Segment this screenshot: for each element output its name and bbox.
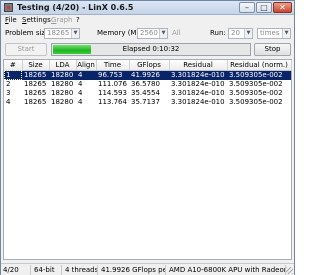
stop-button[interactable]: Stop [254,43,291,56]
start-button: Start [5,43,47,56]
table-cell: 18265 [24,79,47,88]
memory-combo: 2560 ▼ [137,28,168,39]
table-cell: 111.076 [98,79,127,88]
chevron-down-icon: ▼ [244,29,252,38]
table-cell: 18280 [51,88,74,97]
column-header[interactable]: # [4,60,23,71]
problem-size-combo: 18265 ▼ [44,28,80,39]
table-cell: 35.7137 [131,97,160,106]
table-cell: 4 [78,97,83,106]
title-bar[interactable]: Testing (4/20) - LinX 0.6.5 – □ ✕ [1,1,294,15]
results-table: # Size LDA Align Time GFlops Residual Residual … [3,59,292,260]
status-peak: 41.9926 GFlops peak [99,265,166,275]
table-cell: 3.301824e-010 [171,97,225,106]
table-cell: 96.753 [96,70,129,80]
run-unit-combo: times ▼ [257,28,291,39]
window-title: Testing (4/20) - LinX 0.6.5 [17,3,134,12]
menu-help[interactable]: ? [76,16,80,24]
status-bits: 64-bit [32,265,62,275]
elapsed-time: Elapsed 0:10:32 [122,45,180,53]
menu-file[interactable]: File [5,16,17,24]
table-cell: 18265 [24,97,47,106]
table-row[interactable]: 3 18265 18280 4 114.593 35.4554 3.301824e-010 3… [4,89,291,98]
table-cell: 3.509305e-002 [227,70,291,80]
table-cell: 3.301824e-010 [171,88,225,97]
status-cpu: AMD A10-6800K APU with Radeon™ HD Graphi… [167,265,286,275]
chevron-down-icon: ▼ [282,29,290,38]
column-header[interactable]: Align [76,60,97,71]
chevron-down-icon: ▼ [159,29,167,38]
table-cell: 3.509305e-002 [229,97,283,106]
table-cell: 18265 [24,88,47,97]
table-cell: 18280 [51,97,74,106]
table-cell: 18265 [22,70,49,80]
table-cell: 18280 [51,79,74,88]
table-cell: 41.9926 [129,70,169,80]
all-label: All [172,29,181,37]
table-cell: 4 [78,88,83,97]
table-cell: 4 [6,97,11,106]
status-bar: 4/20 64-bit 4 threads 41.9926 GFlops pea… [1,263,294,275]
table-row[interactable]: 4 18265 18280 4 113.764 35.7137 3.301824e-010 3… [4,98,291,107]
table-cell: 3 [6,88,11,97]
table-cell: 3.509305e-002 [229,88,283,97]
table-cell: 4 [78,79,83,88]
column-header[interactable]: Time [96,60,130,71]
run-label: Run: [210,29,226,37]
menu-bar: File Settings Graph ? [1,15,294,26]
app-icon [4,3,13,12]
maximize-button[interactable]: □ [256,2,272,13]
menu-settings[interactable]: Settings [22,16,51,24]
status-progress: 4/20 [1,265,31,275]
table-cell: 36.5780 [131,79,160,88]
column-header[interactable]: Size [22,60,50,71]
table-cell: 35.4554 [131,88,160,97]
close-button[interactable]: ✕ [273,2,292,13]
run-count-combo: 20 ▼ [228,28,253,39]
menu-graph: Graph [51,16,73,24]
column-header[interactable]: Residual [169,60,228,71]
progress-bar: Elapsed 0:10:32 [51,43,251,56]
linx-window: Testing (4/20) - LinX 0.6.5 – □ ✕ File S… [0,0,295,275]
resize-grip-icon[interactable] [286,267,293,274]
table-row[interactable]: 2 18265 18280 4 111.076 36.5780 3.301824e-010 3… [4,80,291,89]
table-cell: 113.764 [98,97,127,106]
chevron-down-icon: ▼ [71,29,79,38]
table-cell: 3.301824e-010 [169,70,227,80]
table-cell: 3.509305e-002 [229,79,283,88]
table-cell: 3.301824e-010 [171,79,225,88]
table-cell: 18280 [49,70,76,80]
table-row[interactable]: 1 18265 18280 4 96.753 41.9926 3.301824e-010 3.… [4,70,291,80]
column-header[interactable]: LDA [49,60,77,71]
table-cell: 4 [76,70,96,80]
table-cell: 114.593 [98,88,127,97]
table-cell: 2 [6,79,11,88]
table-cell: 1 [4,70,22,80]
column-header[interactable]: Residual (norm.) [227,60,292,71]
status-threads: 4 threads [65,265,98,275]
column-header[interactable]: GFlops [129,60,170,71]
minimize-button[interactable]: – [239,2,255,13]
